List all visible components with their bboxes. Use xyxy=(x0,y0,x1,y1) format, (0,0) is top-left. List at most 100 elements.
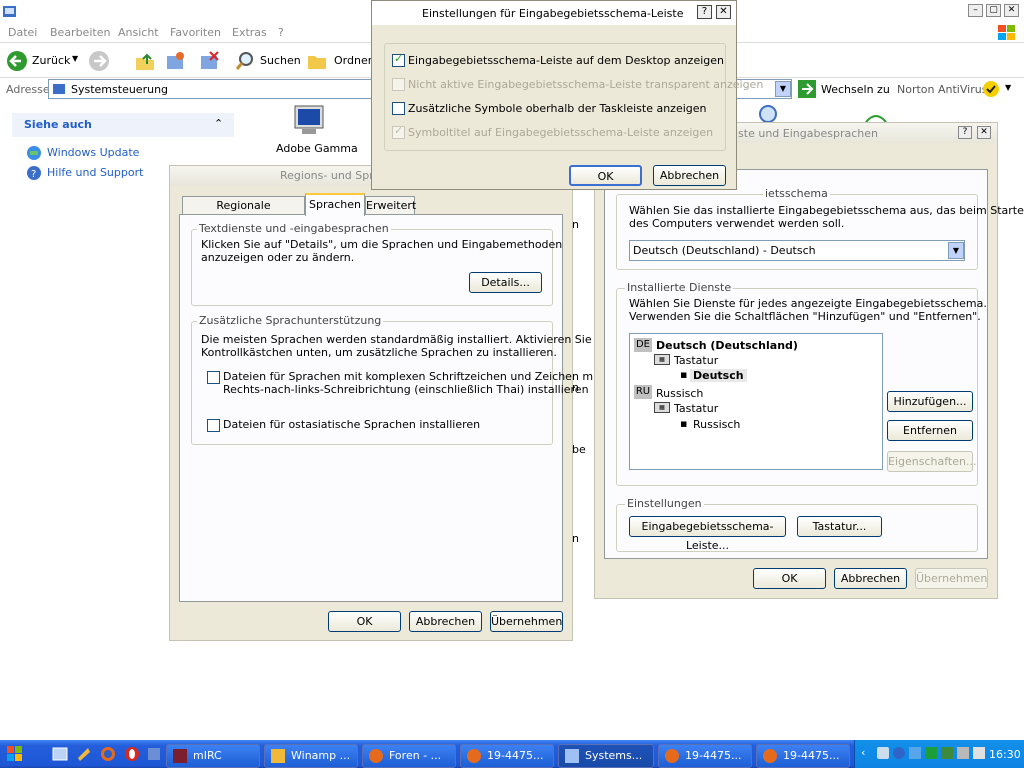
quicklaunch-winamp-icon[interactable] xyxy=(76,746,92,762)
maximize-button[interactable]: ▢ xyxy=(986,4,1001,17)
textsvc-ok-button[interactable]: OK xyxy=(753,568,826,589)
add-button[interactable]: Hinzufügen... xyxy=(887,391,973,412)
delete-icon[interactable] xyxy=(198,50,220,72)
default-language-dropdown-icon[interactable]: ▼ xyxy=(948,242,964,259)
up-folder-icon[interactable] xyxy=(134,50,156,72)
keyboard-settings-button[interactable]: Tastatur... xyxy=(797,516,882,537)
default-language-desc-2: des Computers verwendet werden soll. xyxy=(629,217,845,230)
quicklaunch-opera-icon[interactable] xyxy=(124,746,140,762)
langbar-close-button[interactable]: ✕ xyxy=(716,5,731,19)
back-button[interactable]: Zurück xyxy=(32,54,70,67)
collapse-chevron-icon[interactable]: ⌃ xyxy=(214,117,223,130)
option-extra-icons-label[interactable]: Zusätzliche Symbole oberhalb der Tasklei… xyxy=(408,102,707,115)
textsvc-help-button[interactable]: ? xyxy=(958,126,972,139)
go-arrow-icon[interactable] xyxy=(798,80,816,98)
taskbar-item-systemsteuerung[interactable]: Systems... xyxy=(558,744,654,768)
option-text-labels-checkbox[interactable]: ✓ xyxy=(392,124,405,139)
tree-layout-german[interactable]: Deutsch xyxy=(690,369,747,382)
regional-apply-button[interactable]: Übernehmen xyxy=(490,611,563,632)
tab-regional-settings[interactable]: Regionale Einstellungen xyxy=(182,196,305,230)
supplemental-desc-2: Kontrollkästchen unten, um zusätzliche S… xyxy=(201,346,557,359)
langbar-ok-button[interactable]: OK xyxy=(569,165,642,186)
sidebar-item-windows-update[interactable]: Windows Update xyxy=(47,146,139,159)
norton-label[interactable]: Norton AntiVirus xyxy=(897,83,987,96)
tree-layout-russian[interactable]: Russisch xyxy=(693,418,740,431)
quicklaunch-browser-icon[interactable] xyxy=(52,746,68,762)
textsvc-apply-button[interactable]: Übernehmen xyxy=(915,568,988,589)
regional-cancel-button[interactable]: Abbrechen xyxy=(409,611,482,632)
menu-favoriten[interactable]: Favoriten xyxy=(170,26,221,39)
tray-icon-1[interactable] xyxy=(877,747,889,759)
adobe-gamma-icon[interactable] xyxy=(292,104,326,136)
menu-bearbeiten[interactable]: Bearbeiten xyxy=(50,26,110,39)
langbar-help-button[interactable]: ? xyxy=(697,5,712,19)
tray-icon-5[interactable] xyxy=(941,747,953,759)
tree-kb-german[interactable]: Tastatur xyxy=(674,354,718,367)
tree-kb-russian[interactable]: Tastatur xyxy=(674,402,718,415)
cp-item-adobe-gamma[interactable]: Adobe Gamma xyxy=(276,142,358,155)
tray-icon-4[interactable] xyxy=(925,747,937,759)
tray-expand-icon[interactable]: ‹ xyxy=(861,746,865,759)
taskbar-item-mirc[interactable]: mIRC xyxy=(166,744,260,768)
mirc-icon xyxy=(173,749,187,763)
search-icon[interactable] xyxy=(234,50,256,72)
menu-extras[interactable]: Extras xyxy=(232,26,267,39)
see-also-header[interactable]: Siehe auch ⌃ xyxy=(12,113,234,137)
remove-button[interactable]: Entfernen xyxy=(887,420,973,441)
norton-dropdown-icon[interactable]: ▼ xyxy=(1005,83,1011,92)
complex-script-checkbox[interactable] xyxy=(207,371,220,384)
services-tree[interactable]: DE Deutsch (Deutschland) ▦ Tastatur ▪ De… xyxy=(629,333,883,470)
norton-icon[interactable] xyxy=(982,80,1000,98)
go-button[interactable]: Wechseln zu xyxy=(821,83,890,96)
taskbar-item-doc3[interactable]: 19-4475... xyxy=(756,744,850,768)
regional-ok-button[interactable]: OK xyxy=(328,611,401,632)
taskbar-item-doc2[interactable]: 19-4475... xyxy=(658,744,752,768)
default-language-value: Deutsch (Deutschland) - Deutsch xyxy=(633,244,816,257)
tree-lang-german[interactable]: Deutsch (Deutschland) xyxy=(656,339,798,352)
tray-icon-3[interactable] xyxy=(909,747,921,759)
tab-languages[interactable]: Sprachen xyxy=(305,193,365,216)
back-arrow-icon[interactable] xyxy=(6,50,28,72)
option-show-on-desktop-label[interactable]: Eingabegebietsschema-Leiste auf dem Desk… xyxy=(408,54,724,67)
menu-help[interactable]: ? xyxy=(278,26,284,39)
control-panel-icon[interactable] xyxy=(2,3,18,19)
properties-button[interactable]: Eigenschaften... xyxy=(887,451,976,472)
langbar-title-bar[interactable]: Einstellungen für Eingabegebietsschema-L… xyxy=(372,1,736,25)
tray-icon-7[interactable] xyxy=(973,747,985,759)
minimize-button[interactable]: – xyxy=(968,4,983,17)
back-dropdown-icon[interactable]: ▼ xyxy=(72,54,78,63)
option-show-on-desktop-checkbox[interactable]: ✓ xyxy=(392,52,405,67)
details-button[interactable]: Details... xyxy=(469,272,542,293)
menu-ansicht[interactable]: Ansicht xyxy=(118,26,159,39)
tray-icon-2[interactable] xyxy=(893,747,905,759)
taskbar-item-forum[interactable]: Foren - ... xyxy=(362,744,456,768)
close-button[interactable]: ✕ xyxy=(1004,4,1019,17)
start-button[interactable] xyxy=(0,740,30,768)
tray-clock[interactable]: 16:30 xyxy=(989,748,1021,761)
tree-lang-russian[interactable]: Russisch xyxy=(656,387,703,400)
option-transparent-checkbox[interactable] xyxy=(392,78,405,91)
taskbar-item-winamp[interactable]: Winamp ... xyxy=(264,744,358,768)
quicklaunch-extra-icon[interactable] xyxy=(146,746,162,762)
langbar-cancel-button[interactable]: Abbrechen xyxy=(653,165,726,186)
taskbar-item-doc1[interactable]: 19-4475... xyxy=(460,744,554,768)
folders-button[interactable]: Ordner xyxy=(334,54,372,67)
sidebar-item-help[interactable]: Hilfe und Support xyxy=(47,166,143,179)
quicklaunch-firefox-icon[interactable] xyxy=(100,746,116,762)
option-extra-icons-checkbox[interactable] xyxy=(392,102,405,115)
tab-advanced[interactable]: Erweitert xyxy=(365,196,416,215)
folders-icon[interactable] xyxy=(306,50,328,72)
textsvc-close-button[interactable]: ✕ xyxy=(977,126,991,139)
address-dropdown-icon[interactable]: ▼ xyxy=(775,81,791,97)
east-asian-checkbox[interactable] xyxy=(207,419,220,432)
new-folder-icon[interactable] xyxy=(164,50,186,72)
textsvc-cancel-button[interactable]: Abbrechen xyxy=(834,568,907,589)
option-transparent-label[interactable]: Nicht aktive Eingabegebietsschema-Leiste… xyxy=(408,78,763,91)
search-button[interactable]: Suchen xyxy=(260,54,301,67)
menu-datei[interactable]: Datei xyxy=(8,26,37,39)
tray-icon-6[interactable] xyxy=(957,747,969,759)
language-bar-button[interactable]: Eingabegebietsschema-Leiste... xyxy=(629,516,786,552)
option-text-labels-label[interactable]: Symboltitel auf Eingabegebietsschema-Lei… xyxy=(408,126,713,139)
default-language-select[interactable]: Deutsch (Deutschland) - Deutsch ▼ xyxy=(629,240,965,261)
forward-arrow-icon[interactable] xyxy=(88,50,110,72)
